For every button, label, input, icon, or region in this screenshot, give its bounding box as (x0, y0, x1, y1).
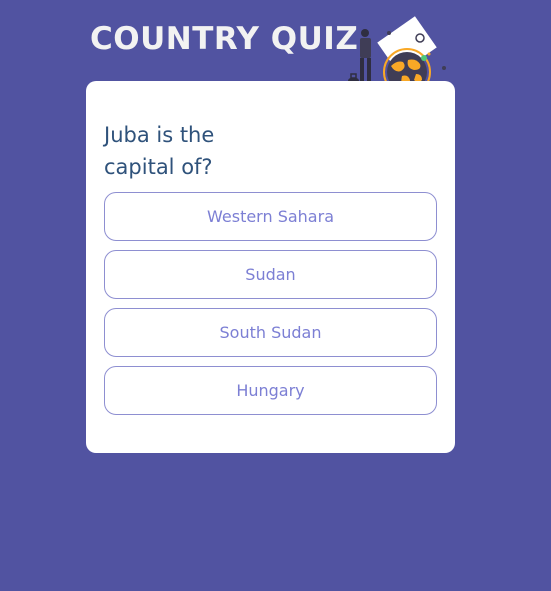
answer-options: Western Sahara Sudan South Sudan Hungary (104, 192, 437, 415)
answer-option-c[interactable]: South Sudan (104, 308, 437, 357)
answer-option-b[interactable]: Sudan (104, 250, 437, 299)
quiz-card: Juba is the capital of? Western Sahara S… (86, 81, 455, 453)
question-text: Juba is the capital of? (104, 123, 215, 179)
answer-option-a[interactable]: Western Sahara (104, 192, 437, 241)
page-title: COUNTRY QUIZ (90, 21, 359, 57)
answer-option-d[interactable]: Hungary (104, 366, 437, 415)
